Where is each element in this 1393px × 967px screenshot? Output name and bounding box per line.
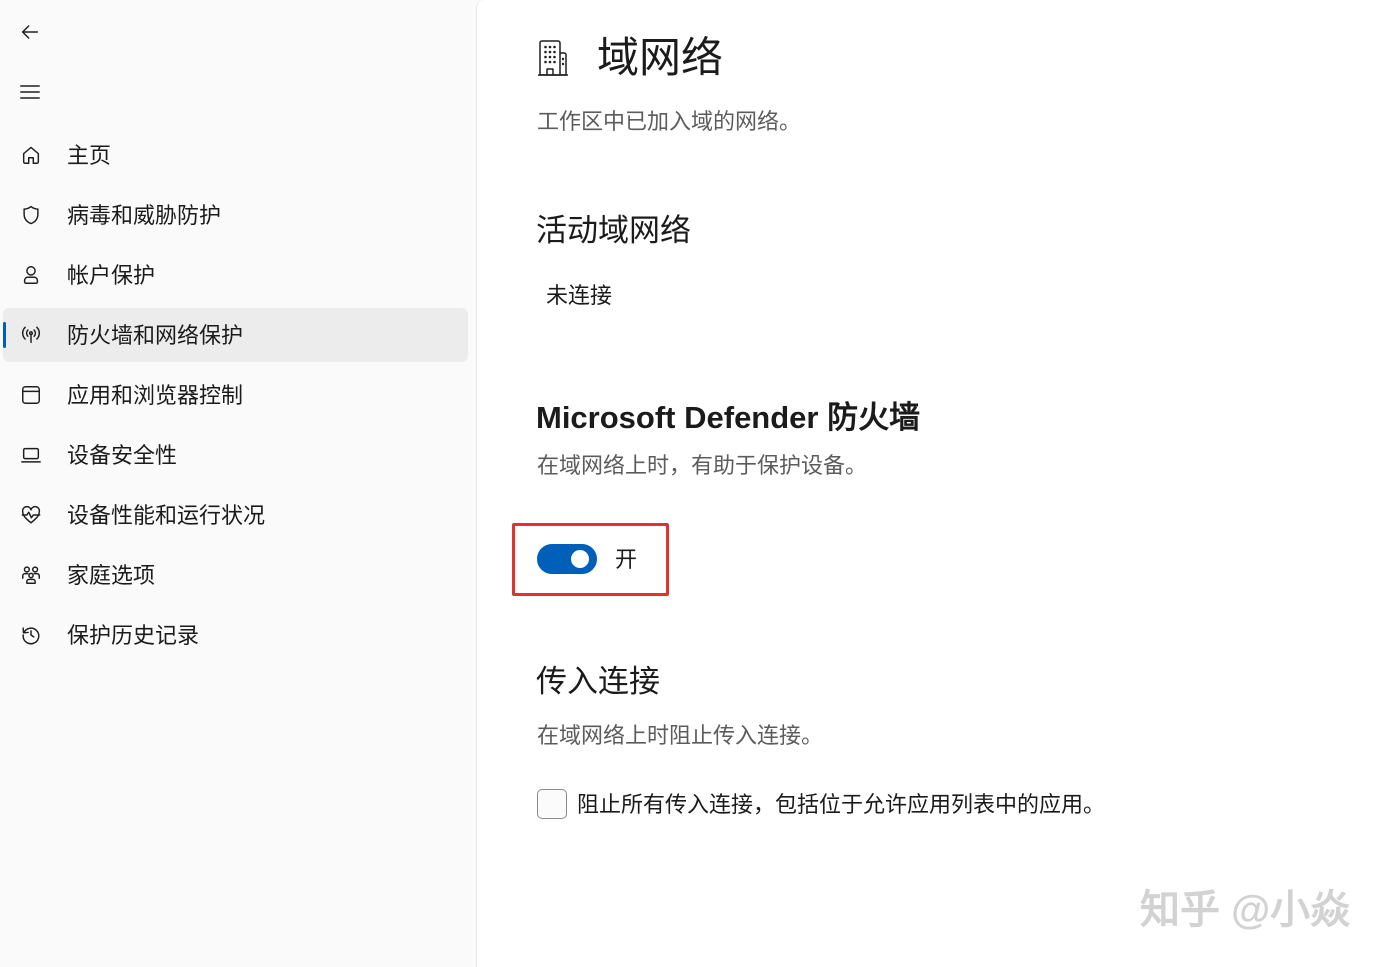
navigation-pane: 主页 病毒和威胁防护 帐户保护 防火墙和网络保护 应用和浏览器控制 设备安全性	[0, 0, 476, 967]
browser-window-icon	[20, 384, 42, 406]
selection-indicator	[3, 322, 6, 348]
nav-item-home[interactable]: 主页	[3, 128, 468, 182]
heart-pulse-icon	[20, 504, 42, 526]
home-icon	[20, 144, 42, 166]
nav-item-label: 主页	[67, 143, 112, 168]
toggle-knob	[571, 549, 589, 568]
menu-button[interactable]	[10, 72, 50, 112]
page-title: 域网络	[597, 34, 724, 81]
nav-item-firewall[interactable]: 防火墙和网络保护	[3, 308, 468, 362]
nav-item-label: 病毒和威胁防护	[67, 203, 222, 228]
firewall-heading: Microsoft Defender 防火墙	[536, 400, 921, 435]
nav-item-family-options[interactable]: 家庭选项	[3, 548, 468, 602]
nav-item-virus-protection[interactable]: 病毒和威胁防护	[3, 188, 468, 242]
active-network-status: 未连接	[546, 283, 613, 308]
nav-item-label: 应用和浏览器控制	[67, 383, 244, 408]
incoming-connections-heading: 传入连接	[536, 664, 660, 699]
back-arrow-icon	[19, 21, 41, 43]
hamburger-menu-icon	[19, 81, 41, 103]
nav-item-label: 家庭选项	[67, 563, 156, 588]
nav-item-protection-history[interactable]: 保护历史记录	[3, 608, 468, 662]
history-icon	[20, 624, 42, 646]
firewall-toggle-label: 开	[615, 547, 638, 572]
watermark: 知乎 @小焱	[1140, 888, 1351, 932]
block-incoming-checkbox[interactable]	[537, 789, 567, 819]
content-pane: 域网络 工作区中已加入域的网络。 活动域网络 未连接 Microsoft Def…	[476, 0, 1393, 967]
nav-item-account-protection[interactable]: 帐户保护	[3, 248, 468, 302]
broadcast-antenna-icon	[20, 324, 42, 346]
nav-item-label: 保护历史记录	[67, 623, 200, 648]
nav-item-label: 防火墙和网络保护	[67, 323, 244, 348]
page-subtitle: 工作区中已加入域的网络。	[537, 109, 802, 134]
active-network-heading: 活动域网络	[536, 213, 691, 248]
building-icon	[537, 39, 569, 77]
nav-item-label: 帐户保护	[67, 263, 156, 288]
incoming-connections-description: 在域网络上时阻止传入连接。	[537, 723, 824, 748]
nav-item-device-security[interactable]: 设备安全性	[3, 428, 468, 482]
nav-item-app-browser-control[interactable]: 应用和浏览器控制	[3, 368, 468, 422]
laptop-icon	[20, 444, 42, 466]
nav-item-label: 设备性能和运行状况	[67, 503, 266, 528]
nav-item-label: 设备安全性	[67, 443, 178, 468]
firewall-description: 在域网络上时，有助于保护设备。	[537, 453, 868, 478]
firewall-toggle[interactable]	[537, 544, 597, 574]
block-incoming-checkbox-label[interactable]: 阻止所有传入连接，包括位于允许应用列表中的应用。	[577, 790, 1105, 820]
back-button[interactable]	[10, 12, 50, 52]
shield-icon	[20, 204, 42, 226]
person-icon	[20, 264, 42, 286]
family-icon	[20, 564, 42, 586]
nav-item-device-performance[interactable]: 设备性能和运行状况	[3, 488, 468, 542]
